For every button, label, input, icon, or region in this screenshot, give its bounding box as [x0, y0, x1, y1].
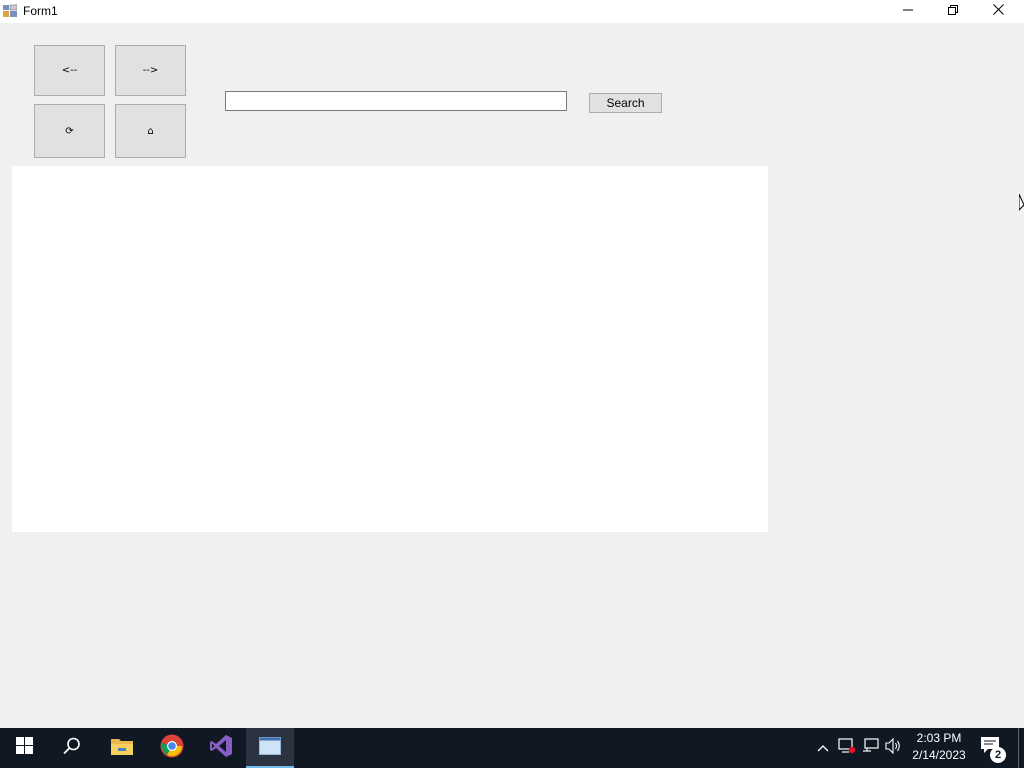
visual-studio-icon [209, 734, 233, 763]
clock-date: 2/14/2023 [912, 748, 966, 762]
tray-clock[interactable]: 2:03 PM 2/14/2023 [906, 730, 972, 766]
window-title: Form1 [23, 4, 58, 18]
close-button[interactable] [976, 0, 1021, 22]
tray-overflow-button[interactable] [813, 738, 833, 758]
tray-network[interactable] [861, 737, 881, 759]
network-icon [862, 737, 880, 759]
restore-icon [947, 2, 958, 20]
network-alert-icon [838, 737, 856, 759]
back-button[interactable]: <-- [34, 45, 105, 96]
notification-count-badge: 2 [990, 747, 1006, 763]
chrome-icon [160, 734, 184, 763]
maximize-button[interactable] [930, 0, 975, 22]
winforms-app-icon[interactable] [3, 4, 18, 18]
minimize-icon [902, 2, 913, 20]
windows-start-icon [15, 737, 33, 759]
volume-icon [885, 737, 903, 759]
web-browser-view[interactable] [12, 166, 768, 532]
forward-button[interactable]: --> [115, 45, 186, 96]
taskbar-chrome[interactable] [148, 728, 196, 768]
close-icon [993, 2, 1004, 20]
tray-volume[interactable] [884, 737, 904, 759]
taskbar-file-explorer[interactable] [98, 728, 146, 768]
mouse-cursor-icon [1018, 193, 1024, 212]
search-icon [63, 737, 81, 760]
taskbar-search-button[interactable] [48, 728, 96, 768]
search-button[interactable]: Search [589, 93, 662, 113]
home-button[interactable]: ⌂ [115, 104, 186, 158]
taskbar-visual-studio[interactable] [197, 728, 245, 768]
chevron-up-icon [817, 739, 829, 757]
clock-time: 2:03 PM [916, 731, 962, 745]
start-button[interactable] [0, 728, 48, 768]
window-icon [259, 736, 281, 760]
taskbar-form1[interactable] [246, 728, 294, 768]
search-input[interactable] [225, 91, 567, 111]
title-bar[interactable]: Form1 [0, 0, 1024, 23]
folder-icon [110, 736, 134, 761]
tray-network-alert[interactable] [837, 737, 857, 759]
refresh-button[interactable]: ⟳ [34, 104, 105, 158]
minimize-button[interactable] [885, 0, 930, 22]
form-window: Form1 <-- --> ⟳ ⌂ Search [0, 0, 1024, 728]
show-desktop-button[interactable] [1018, 728, 1019, 768]
